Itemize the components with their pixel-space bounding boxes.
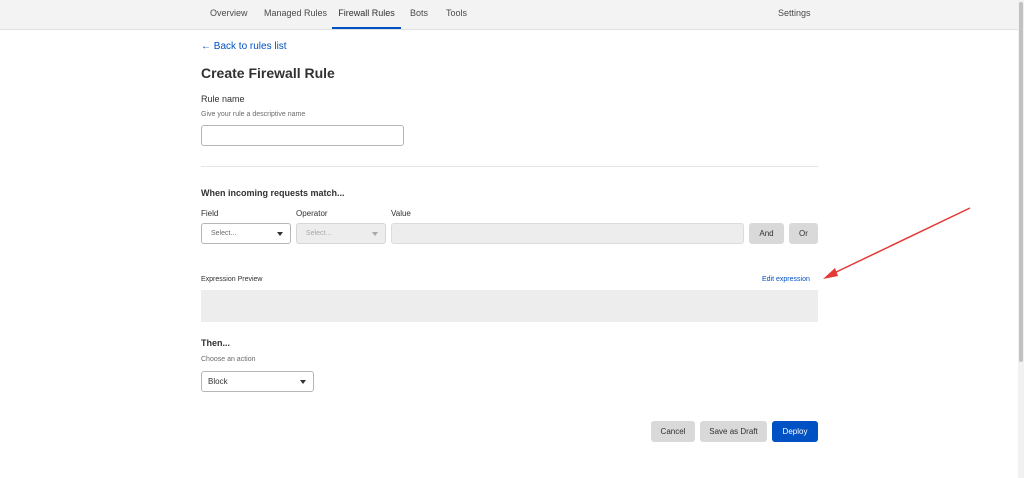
scrollbar-thumb[interactable] [1019,2,1023,362]
page-scrollbar[interactable] [1018,0,1024,478]
annotation-arrow-head [823,268,838,279]
annotation-arrow [823,207,971,279]
annotation-arrow-shaft [829,207,971,276]
